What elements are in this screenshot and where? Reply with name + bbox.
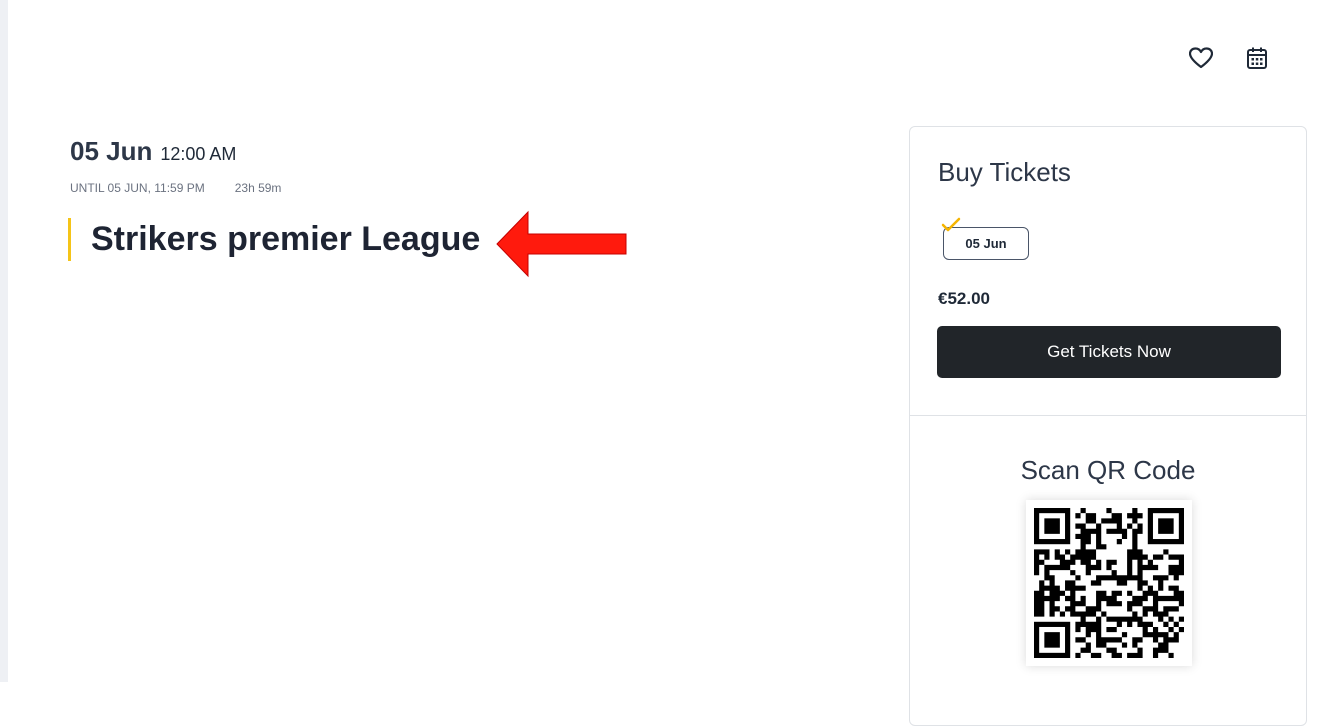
get-tickets-button[interactable]: Get Tickets Now [937,326,1281,378]
checkmark-icon [941,217,961,232]
event-title: Strikers premier League [91,220,481,258]
buy-tickets-section: Buy Tickets 05 Jun €52.00 Get Tickets No… [910,127,1306,416]
event-time: 12:00 AM [160,144,237,164]
until-line: UNTIL 05 JUN, 11:59 PM 23h 59m [70,181,281,195]
ticket-card: Buy Tickets 05 Jun €52.00 Get Tickets No… [909,126,1307,726]
date-line: 05 Jun 12:00 AM [70,136,281,167]
qr-code-image [1034,508,1184,658]
calendar-icon [1247,47,1267,69]
date-option: 05 Jun [941,217,1029,260]
event-date: 05 Jun [70,136,153,166]
qr-code [1026,500,1192,666]
event-title-block: Strikers premier League [68,218,480,261]
event-duration: 23h 59m [234,181,282,195]
add-to-calendar-button[interactable] [1243,44,1271,72]
left-edge-strip [0,0,8,682]
heart-icon [1189,47,1213,69]
event-until: UNTIL 05 JUN, 11:59 PM [70,181,205,195]
red-arrow-annotation [496,210,627,278]
buy-tickets-heading: Buy Tickets [938,157,1071,187]
ticket-price: €52.00 [938,289,990,308]
qr-heading: Scan QR Code [1020,455,1196,485]
event-datetime: 05 Jun 12:00 AM UNTIL 05 JUN, 11:59 PM 2… [70,136,281,195]
favorite-button[interactable] [1187,44,1215,72]
header-actions [1187,44,1271,72]
